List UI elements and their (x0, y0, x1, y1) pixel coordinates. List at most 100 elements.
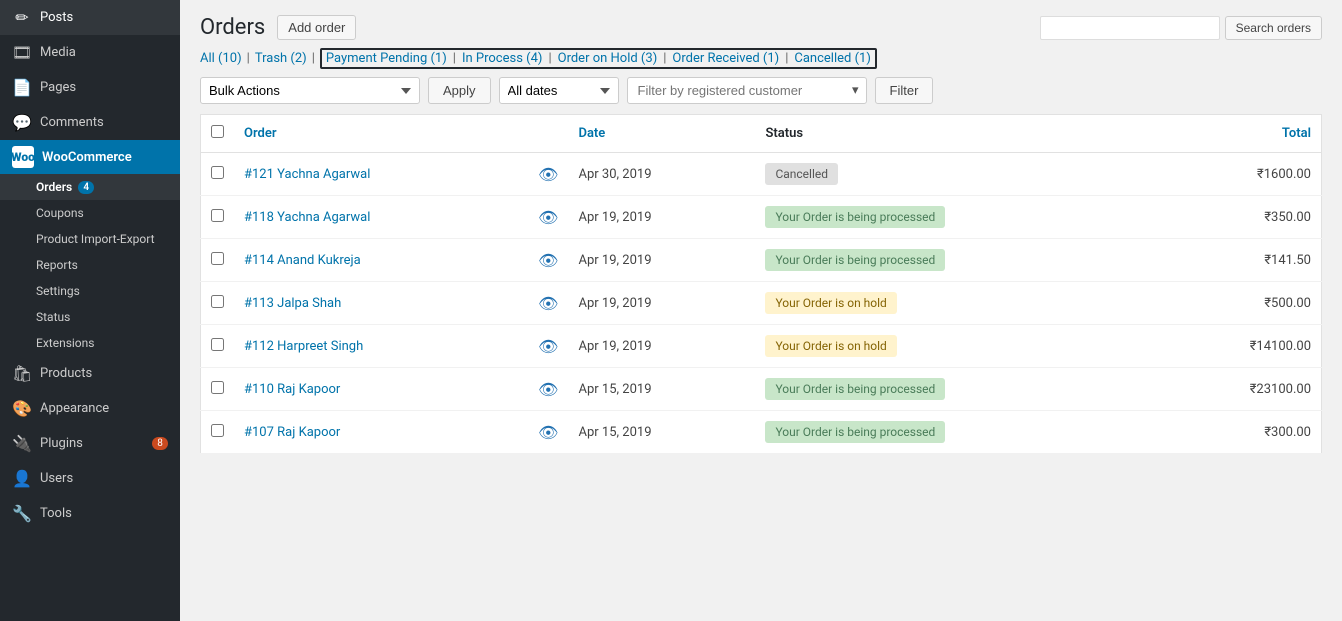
view-order-icon[interactable]: 👁 (538, 423, 558, 442)
sidebar-item-tools[interactable]: 🔧 Tools (0, 496, 180, 531)
table-row: #112 Harpreet Singh 👁 Apr 19, 2019 Your … (201, 325, 1322, 368)
sidebar-label-comments: Comments (40, 115, 168, 130)
table-header-row: Order Date Status Total (201, 115, 1322, 153)
tools-icon: 🔧 (12, 504, 32, 523)
status-badge: Your Order is being processed (765, 378, 945, 400)
customer-filter-input[interactable] (627, 77, 867, 104)
sidebar-item-orders[interactable]: Orders 4 (0, 174, 180, 200)
row-checkbox[interactable] (211, 252, 224, 265)
th-total[interactable]: Total (1157, 115, 1321, 153)
orders-table: Order Date Status Total #121 Yachna Ag (200, 114, 1322, 454)
page-header-row: Orders Add order Search orders (200, 15, 1322, 40)
row-date-cell: Apr 19, 2019 (568, 282, 755, 325)
row-total: ₹1600.00 (1257, 167, 1311, 182)
table-row: #121 Yachna Agarwal 👁 Apr 30, 2019 Cance… (201, 153, 1322, 196)
row-date-cell: Apr 15, 2019 (568, 411, 755, 454)
row-checkbox-cell (201, 239, 235, 282)
th-date[interactable]: Date (568, 115, 755, 153)
filter-tab-cancelled[interactable]: Cancelled (1) (794, 51, 870, 66)
header-left: Orders Add order (200, 15, 356, 40)
row-checkbox[interactable] (211, 381, 224, 394)
order-link[interactable]: #112 Harpreet Singh (244, 339, 363, 354)
th-order[interactable]: Order (234, 115, 528, 153)
row-view-cell: 👁 (528, 196, 568, 239)
status-badge: Your Order is on hold (765, 292, 896, 314)
filter-tab-order-on-hold[interactable]: Order on Hold (3) (558, 51, 658, 66)
order-link[interactable]: #114 Anand Kukreja (244, 253, 361, 268)
status-badge: Your Order is being processed (765, 421, 945, 443)
row-date: Apr 19, 2019 (578, 253, 651, 268)
sidebar-item-settings[interactable]: Settings (0, 278, 180, 304)
apply-button[interactable]: Apply (428, 77, 491, 104)
sidebar-item-users[interactable]: 👤 Users (0, 461, 180, 496)
appearance-icon: 🎨 (12, 399, 32, 418)
woocommerce-label: WooCommerce (42, 150, 132, 165)
table-row: #114 Anand Kukreja 👁 Apr 19, 2019 Your O… (201, 239, 1322, 282)
view-order-icon[interactable]: 👁 (538, 380, 558, 399)
sidebar-item-pages[interactable]: 📄 Pages (0, 70, 180, 105)
row-order-cell: #118 Yachna Agarwal (234, 196, 528, 239)
row-date: Apr 15, 2019 (578, 382, 651, 397)
product-import-export-label: Product Import-Export (36, 232, 155, 246)
sidebar-item-appearance[interactable]: 🎨 Appearance (0, 391, 180, 426)
order-link[interactable]: #118 Yachna Agarwal (244, 210, 370, 225)
view-order-icon[interactable]: 👁 (538, 208, 558, 227)
sidebar-label-pages: Pages (40, 80, 168, 95)
filter-tabs-boxed: Payment Pending (1) | In Process (4) | O… (320, 48, 877, 69)
search-orders-button[interactable]: Search orders (1225, 16, 1322, 40)
main-content: Orders Add order Search orders All (10) … (180, 0, 1342, 621)
comments-icon: 💬 (12, 113, 32, 132)
table-row: #118 Yachna Agarwal 👁 Apr 19, 2019 Your … (201, 196, 1322, 239)
view-order-icon[interactable]: 👁 (538, 294, 558, 313)
filter-tab-all[interactable]: All (10) (200, 51, 242, 66)
row-total: ₹300.00 (1264, 425, 1311, 440)
row-checkbox[interactable] (211, 424, 224, 437)
sidebar-item-products[interactable]: 🛍 Products (0, 356, 180, 391)
select-all-checkbox[interactable] (211, 125, 224, 138)
sidebar-item-extensions[interactable]: Extensions (0, 330, 180, 356)
sidebar-item-media[interactable]: 🎞 Media (0, 35, 180, 70)
filter-tab-trash[interactable]: Trash (2) (255, 51, 307, 66)
view-order-icon[interactable]: 👁 (538, 337, 558, 356)
orders-sub-label: Orders (36, 180, 72, 194)
filter-tab-payment-pending[interactable]: Payment Pending (1) (326, 51, 447, 66)
row-checkbox-cell (201, 325, 235, 368)
woocommerce-section[interactable]: Woo WooCommerce (0, 140, 180, 174)
row-date-cell: Apr 19, 2019 (568, 239, 755, 282)
filter-tabs: All (10) | Trash (2) | Payment Pending (… (200, 48, 1322, 69)
row-checkbox[interactable] (211, 209, 224, 222)
date-filter-select[interactable]: All dates January 2019 February 2019 Mar… (499, 77, 619, 104)
row-status-cell: Your Order is on hold (755, 282, 1157, 325)
sidebar-item-status[interactable]: Status (0, 304, 180, 330)
extensions-label: Extensions (36, 336, 94, 350)
row-view-cell: 👁 (528, 411, 568, 454)
sidebar: ✏ Posts 🎞 Media 📄 Pages 💬 Comments Woo W… (0, 0, 180, 621)
sidebar-item-plugins[interactable]: 🔌 Plugins 8 (0, 426, 180, 461)
row-checkbox[interactable] (211, 338, 224, 351)
filter-button[interactable]: Filter (875, 77, 934, 104)
sidebar-item-product-import-export[interactable]: Product Import-Export (0, 226, 180, 252)
filter-tab-in-process[interactable]: In Process (4) (462, 51, 542, 66)
status-badge: Your Order is being processed (765, 249, 945, 271)
order-link[interactable]: #110 Raj Kapoor (244, 382, 340, 397)
row-checkbox-cell (201, 368, 235, 411)
view-order-icon[interactable]: 👁 (538, 251, 558, 270)
view-order-icon[interactable]: 👁 (538, 165, 558, 184)
search-input[interactable] (1040, 16, 1220, 40)
order-link[interactable]: #113 Jalpa Shah (244, 296, 341, 311)
add-order-button[interactable]: Add order (277, 15, 356, 40)
filter-tab-order-received[interactable]: Order Received (1) (672, 51, 779, 66)
tools-label: Tools (40, 506, 168, 521)
order-link[interactable]: #121 Yachna Agarwal (244, 167, 370, 182)
sidebar-item-reports[interactable]: Reports (0, 252, 180, 278)
row-checkbox[interactable] (211, 166, 224, 179)
sidebar-item-coupons[interactable]: Coupons (0, 200, 180, 226)
order-link[interactable]: #107 Raj Kapoor (244, 425, 340, 440)
sidebar-item-posts[interactable]: ✏ Posts (0, 0, 180, 35)
row-date: Apr 19, 2019 (578, 339, 651, 354)
sidebar-item-comments[interactable]: 💬 Comments (0, 105, 180, 140)
bulk-actions-select[interactable]: Bulk Actions Mark processing Mark on-hol… (200, 77, 420, 104)
sidebar-label-posts: Posts (40, 10, 168, 25)
table-row: #110 Raj Kapoor 👁 Apr 15, 2019 Your Orde… (201, 368, 1322, 411)
row-checkbox[interactable] (211, 295, 224, 308)
